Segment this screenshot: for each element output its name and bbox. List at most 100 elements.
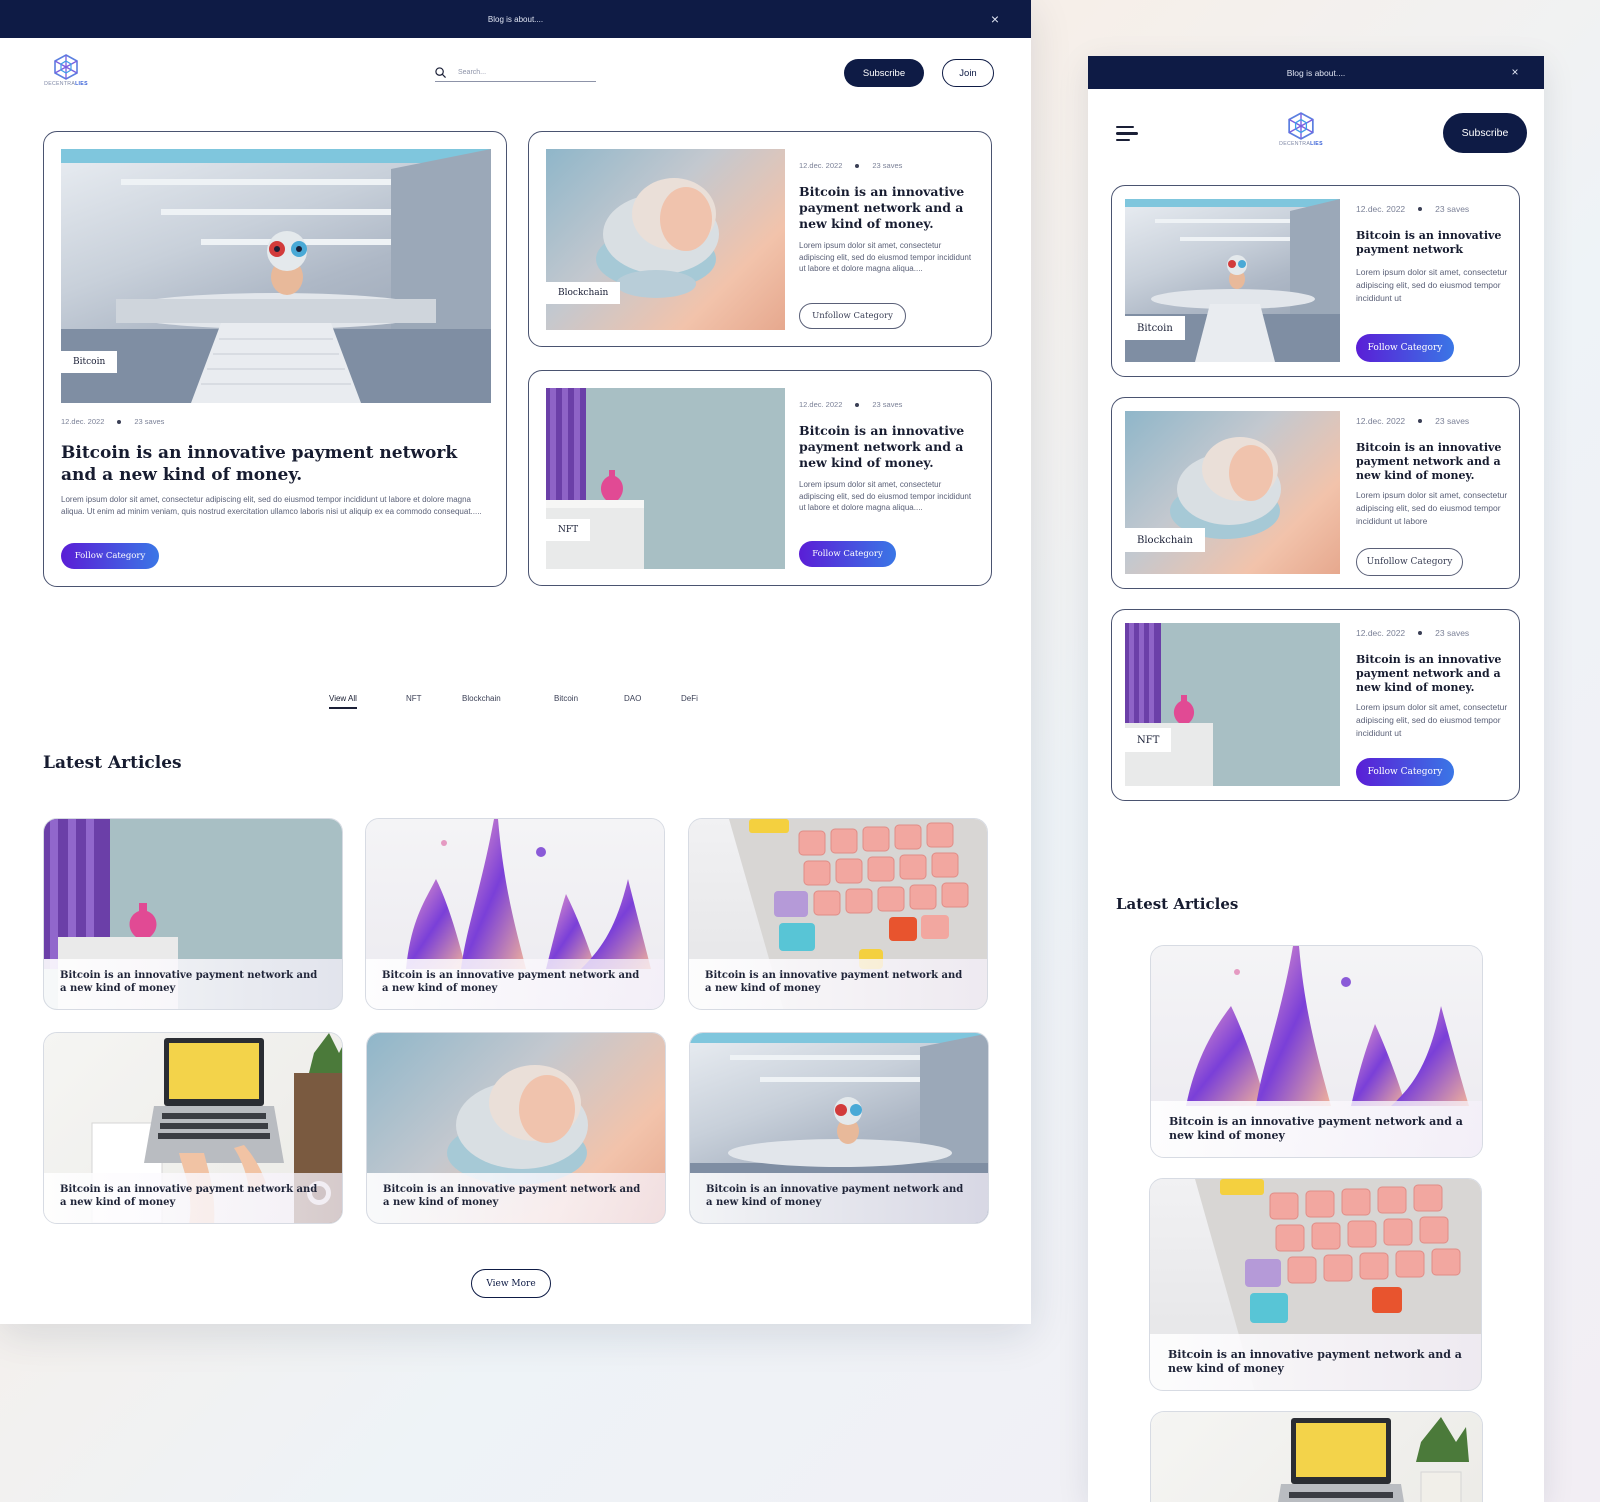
mobile-announcement-banner: Blog is about.... ×	[1088, 56, 1544, 89]
brand-name-a: DECENTRA	[1279, 141, 1311, 147]
tab-dao[interactable]: DAO	[624, 694, 641, 703]
mobile-latest-articles-heading: Latest Articles	[1116, 895, 1239, 913]
category-tag[interactable]: Bitcoin	[61, 351, 118, 373]
nft-illustration	[546, 388, 644, 569]
follow-category-button[interactable]: Follow Category	[1356, 758, 1454, 786]
article-date: 12.dec. 2022	[61, 417, 105, 426]
brand-name-b: LIES	[75, 81, 88, 87]
article-caption: Bitcoin is an innovative payment network…	[367, 1173, 665, 1223]
article-title[interactable]: Bitcoin is an innovative payment network…	[61, 442, 491, 486]
category-tag[interactable]: NFT	[1125, 728, 1172, 752]
tab-defi[interactable]: DeFi	[681, 694, 698, 703]
article-card[interactable]: Bitcoin is an innovative payment network…	[365, 818, 665, 1010]
article-image-laptop	[1151, 1412, 1482, 1502]
article-date: 12.dec. 2022	[1356, 628, 1406, 638]
article-card[interactable]: Bitcoin is an innovative payment network…	[43, 1032, 343, 1224]
article-saves: 23 saves	[134, 417, 165, 426]
close-icon[interactable]: ×	[987, 11, 1003, 27]
article-saves: 23 saves	[1435, 204, 1470, 214]
tab-bitcoin[interactable]: Bitcoin	[554, 694, 578, 703]
close-icon[interactable]: ×	[1508, 65, 1522, 79]
category-tag[interactable]: NFT	[546, 519, 591, 541]
article-card[interactable]: Bitcoin is an innovative payment network…	[366, 1032, 666, 1224]
featured-card-blockchain[interactable]: Blockchain 12.dec. 2022 23 saves Bitcoin …	[528, 131, 992, 347]
article-title[interactable]: Bitcoin is an innovative payment network…	[1356, 441, 1511, 483]
article-saves: 23 saves	[872, 161, 903, 170]
article-excerpt: Lorem ipsum dolor sit amet, consectetur …	[1356, 702, 1508, 738]
mobile-subscribe-button[interactable]: Subscribe	[1443, 113, 1527, 153]
brand-name-b: LIES	[1310, 141, 1323, 147]
join-button[interactable]: Join	[942, 59, 994, 87]
tab-blockchain[interactable]: Blockchain	[462, 694, 501, 703]
search-input[interactable]: Search...	[458, 69, 486, 76]
article-caption: Bitcoin is an innovative payment network…	[1151, 1101, 1482, 1157]
mobile-banner-text: Blog is about....	[1286, 67, 1346, 78]
featured-card-nft[interactable]: NFT 12.dec. 2022 23 saves Bitcoin is an i…	[528, 370, 992, 586]
follow-category-button[interactable]: Follow Category	[1356, 334, 1454, 362]
article-date: 12.dec. 2022	[799, 161, 843, 170]
search-bar[interactable]: Search...	[435, 64, 596, 82]
article-meta: 12.dec. 2022 23 saves	[1356, 628, 1469, 638]
article-excerpt: Lorem ipsum dolor sit amet, consectetur …	[799, 241, 972, 273]
article-caption: Bitcoin is an innovative payment network…	[1150, 1334, 1481, 1390]
logo-icon	[1288, 112, 1314, 140]
article-caption: Bitcoin is an innovative payment network…	[689, 959, 987, 1009]
mobile-article-card[interactable]: Bitcoin is an innovative payment network…	[1149, 1178, 1482, 1391]
mobile-article-card[interactable]	[1150, 1411, 1483, 1502]
view-more-button[interactable]: View More	[471, 1269, 551, 1298]
mobile-image-nft	[1125, 623, 1340, 786]
article-excerpt: Lorem ipsum dolor sit amet, consectetur …	[1356, 490, 1508, 526]
mobile-card-blockchain[interactable]: Blockchain 12.dec. 2022 23 saves Bitcoin …	[1111, 397, 1520, 589]
brand-name-a: DECENTRA	[44, 81, 76, 87]
mobile-article-card[interactable]: Bitcoin is an innovative payment network…	[1150, 945, 1483, 1158]
article-excerpt: Lorem ipsum dolor sit amet, consectetur …	[1356, 267, 1508, 303]
subscribe-button[interactable]: Subscribe	[844, 59, 924, 87]
article-title[interactable]: Bitcoin is an innovative payment network…	[799, 423, 979, 471]
mobile-frame: Blog is about.... × DECENTRALIES Subscri…	[1088, 56, 1544, 1502]
article-caption: Bitcoin is an innovative payment network…	[366, 959, 664, 1009]
article-saves: 23 saves	[1435, 416, 1470, 426]
latest-articles-heading: Latest Articles	[43, 753, 182, 773]
desktop-frame: Blog is about.... × DECENTRALIES Search.…	[0, 0, 1031, 1324]
article-caption: Bitcoin is an innovative payment network…	[44, 1173, 342, 1223]
follow-category-button[interactable]: Follow Category	[61, 543, 159, 569]
menu-icon[interactable]	[1116, 126, 1138, 142]
category-tag[interactable]: Bitcoin	[1125, 316, 1185, 340]
article-title[interactable]: Bitcoin is an innovative payment network…	[1356, 653, 1511, 695]
tab-view-all[interactable]: View All	[329, 694, 357, 709]
featured-image-room	[61, 149, 491, 403]
logo-icon	[54, 54, 78, 80]
brand-logo[interactable]: DECENTRALIES	[43, 54, 89, 87]
featured-card-main[interactable]: Bitcoin 12.dec. 2022 23 saves Bitcoin is …	[43, 131, 507, 587]
featured-image-nft	[546, 388, 785, 569]
article-card[interactable]: Bitcoin is an innovative payment network…	[43, 818, 343, 1010]
unfollow-category-button[interactable]: Unfollow Category	[799, 303, 906, 329]
unfollow-category-button[interactable]: Unfollow Category	[1356, 548, 1463, 576]
article-saves: 23 saves	[872, 400, 903, 409]
article-excerpt: Lorem ipsum dolor sit amet, consectetur …	[61, 495, 482, 516]
category-tag[interactable]: Blockchain	[1125, 528, 1205, 552]
announcement-banner: Blog is about.... ×	[0, 0, 1031, 38]
article-title[interactable]: Bitcoin is an innovative payment network…	[799, 184, 979, 232]
mobile-card-nft[interactable]: NFT 12.dec. 2022 23 saves Bitcoin is an i…	[1111, 609, 1520, 801]
banner-text: Blog is about....	[487, 14, 544, 24]
article-meta: 12.dec. 2022 23 saves	[1356, 204, 1469, 214]
article-title[interactable]: Bitcoin is an innovative payment network	[1356, 229, 1508, 257]
article-date: 12.dec. 2022	[1356, 416, 1406, 426]
article-meta: 12.dec. 2022 23 saves	[61, 417, 164, 426]
tab-nft[interactable]: NFT	[406, 694, 422, 703]
article-meta: 12.dec. 2022 23 saves	[799, 400, 902, 409]
article-saves: 23 saves	[1435, 628, 1470, 638]
article-meta: 12.dec. 2022 23 saves	[799, 161, 902, 170]
article-caption: Bitcoin is an innovative payment network…	[44, 959, 342, 1009]
article-date: 12.dec. 2022	[1356, 204, 1406, 214]
category-tag[interactable]: Blockchain	[546, 282, 621, 304]
article-card[interactable]: Bitcoin is an innovative payment network…	[689, 1032, 989, 1224]
article-excerpt: Lorem ipsum dolor sit amet, consectetur …	[799, 480, 972, 512]
mobile-card-bitcoin[interactable]: Bitcoin 12.dec. 2022 23 saves Bitcoin is …	[1111, 185, 1520, 377]
article-card[interactable]: Bitcoin is an innovative payment network…	[688, 818, 988, 1010]
article-caption: Bitcoin is an innovative payment network…	[690, 1173, 988, 1223]
mobile-brand-logo[interactable]: DECENTRALIES	[1278, 112, 1324, 147]
follow-category-button[interactable]: Follow Category	[799, 541, 896, 567]
room-illustration	[61, 149, 491, 403]
